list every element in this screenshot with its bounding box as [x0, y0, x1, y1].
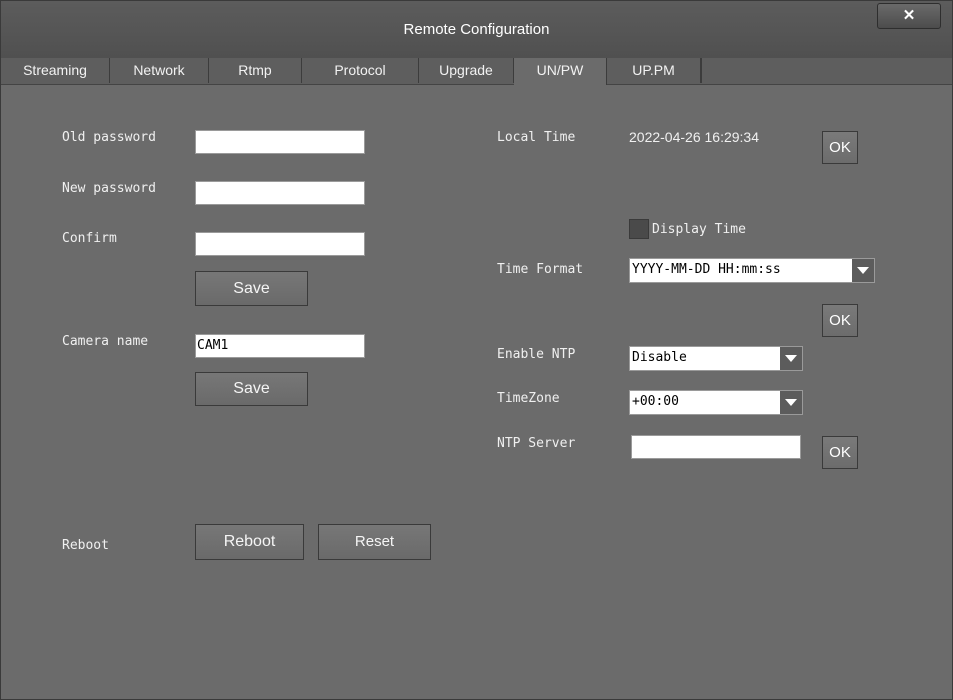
- time-format-ok-button[interactable]: OK: [822, 304, 858, 337]
- tab-up-pm[interactable]: UP.PM: [607, 58, 701, 83]
- chevron-down-icon[interactable]: [852, 259, 874, 282]
- local-time-label: Local Time: [497, 130, 576, 145]
- chevron-down-icon[interactable]: [780, 391, 802, 414]
- confirm-password-input[interactable]: [195, 232, 365, 256]
- ntp-server-label: NTP Server: [497, 436, 576, 451]
- time-format-value: YYYY-MM-DD HH:mm:ss: [632, 262, 781, 277]
- ntp-server-ok-button[interactable]: OK: [822, 436, 858, 469]
- tab-bar: Streaming Network Rtmp Protocol Upgrade …: [1, 58, 952, 85]
- time-format-label: Time Format: [497, 262, 584, 277]
- reboot-button[interactable]: Reboot: [195, 524, 304, 560]
- enable-ntp-select[interactable]: Disable: [629, 346, 803, 371]
- local-time-ok-button[interactable]: OK: [822, 131, 858, 164]
- display-time-label: Display Time: [652, 222, 746, 237]
- tab-un-pw[interactable]: UN/PW: [514, 58, 607, 85]
- old-password-label: Old password: [62, 130, 156, 145]
- tab-network[interactable]: Network: [110, 58, 209, 83]
- tab-streaming[interactable]: Streaming: [1, 58, 110, 83]
- timezone-value: +00:00: [632, 394, 679, 409]
- camera-name-input[interactable]: CAM1: [195, 334, 365, 358]
- enable-ntp-value: Disable: [632, 350, 687, 365]
- window-title: Remote Configuration: [403, 21, 550, 38]
- remote-config-window: Remote Configuration ✕ Streaming Network…: [0, 0, 953, 700]
- enable-ntp-label: Enable NTP: [497, 347, 576, 362]
- timezone-select[interactable]: +00:00: [629, 390, 803, 415]
- reset-button[interactable]: Reset: [318, 524, 431, 560]
- local-time-value: 2022-04-26 16:29:34: [629, 129, 759, 145]
- tab-bar-filler: [701, 58, 952, 83]
- new-password-label: New password: [62, 181, 156, 196]
- ntp-server-input[interactable]: [631, 435, 801, 459]
- save-camera-name-button[interactable]: Save: [195, 372, 308, 406]
- chevron-down-icon[interactable]: [780, 347, 802, 370]
- tab-rtmp[interactable]: Rtmp: [209, 58, 302, 83]
- tab-protocol[interactable]: Protocol: [302, 58, 419, 83]
- title-bar[interactable]: Remote Configuration ✕: [1, 1, 952, 59]
- timezone-label: TimeZone: [497, 391, 560, 406]
- old-password-input[interactable]: [195, 130, 365, 154]
- tab-upgrade[interactable]: Upgrade: [419, 58, 514, 83]
- camera-name-label: Camera name: [62, 334, 149, 349]
- display-time-checkbox[interactable]: [629, 219, 649, 239]
- confirm-label: Confirm: [62, 231, 117, 246]
- close-button[interactable]: ✕: [877, 3, 941, 29]
- close-icon: ✕: [902, 7, 916, 24]
- time-format-select[interactable]: YYYY-MM-DD HH:mm:ss: [629, 258, 875, 283]
- save-password-button[interactable]: Save: [195, 271, 308, 306]
- new-password-input[interactable]: [195, 181, 365, 205]
- reboot-label: Reboot: [62, 538, 109, 553]
